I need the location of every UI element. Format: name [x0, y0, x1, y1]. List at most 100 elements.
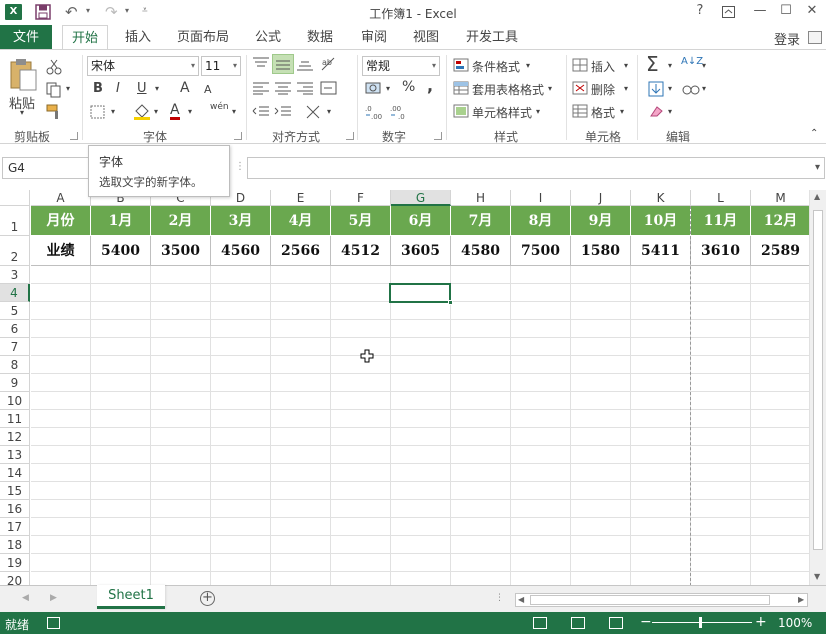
currency-dropdown-icon[interactable]: ▾ — [386, 84, 390, 93]
next-sheet-icon[interactable]: ▶ — [50, 593, 57, 603]
row-header-2[interactable]: 2 — [0, 236, 30, 266]
maximize-button[interactable]: ☐ — [776, 3, 796, 18]
tab-home[interactable]: 开始 — [62, 25, 108, 50]
row-header-16[interactable]: 16 — [0, 500, 30, 518]
tab-developer[interactable]: 开发工具 — [462, 25, 522, 50]
row-header-8[interactable]: 8 — [0, 356, 30, 374]
header-cell-j[interactable]: 9月 — [571, 206, 631, 236]
horizontal-scroll-thumb[interactable] — [530, 595, 770, 605]
row-header-20[interactable]: 20 — [0, 572, 30, 585]
format-painter-icon[interactable] — [46, 104, 62, 120]
align-center-icon[interactable] — [274, 81, 292, 95]
format-as-table-icon[interactable] — [453, 81, 469, 95]
header-cell-g[interactable]: 6月 — [391, 206, 451, 236]
value-cell-c[interactable]: 3500 — [151, 236, 211, 266]
number-format-combo[interactable]: 常规 ▾ — [362, 56, 440, 76]
tab-splitter-icon[interactable]: ⋮ — [495, 593, 504, 603]
row-header-17[interactable]: 17 — [0, 518, 30, 536]
tab-review[interactable]: 审阅 — [354, 25, 394, 50]
column-header-k[interactable]: K — [631, 190, 691, 206]
header-cell-a[interactable]: 月份 — [31, 206, 91, 236]
column-header-h[interactable]: H — [451, 190, 511, 206]
value-cell-g[interactable]: 3605 — [391, 236, 451, 266]
grow-font-button[interactable]: A — [180, 80, 190, 96]
insert-cells-button[interactable]: 插入 — [591, 58, 615, 75]
format-dropdown-icon[interactable]: ▾ — [620, 107, 624, 116]
paste-icon[interactable] — [8, 58, 38, 92]
align-middle-button[interactable] — [272, 54, 294, 74]
sheet-tab-sheet1[interactable]: Sheet1 — [97, 585, 165, 609]
scroll-left-icon[interactable]: ◀ — [518, 595, 524, 604]
value-cell-l[interactable]: 3610 — [691, 236, 751, 266]
conditional-format-icon[interactable] — [453, 58, 469, 72]
percent-button[interactable]: % — [402, 79, 415, 95]
worksheet-grid[interactable]: ABCDEFGHIJKLM 1 2 3 4 5 6 7 8 9 10 11 12 13 14 15 16 17 1… — [0, 190, 826, 585]
header-cell-b[interactable]: 1月 — [91, 206, 151, 236]
zoom-slider[interactable] — [652, 622, 752, 623]
find-select-icon[interactable] — [682, 81, 700, 97]
borders-dropdown-icon[interactable]: ▾ — [111, 107, 115, 116]
header-cell-c[interactable]: 2月 — [151, 206, 211, 236]
value-cell-e[interactable]: 2566 — [271, 236, 331, 266]
underline-button[interactable]: U — [137, 81, 147, 96]
value-cell-j[interactable]: 1580 — [571, 236, 631, 266]
cell-styles-icon[interactable] — [453, 104, 469, 118]
fill-dropdown-icon[interactable]: ▾ — [668, 84, 672, 93]
header-cell-m[interactable]: 12月 — [751, 206, 811, 236]
row-header-15[interactable]: 15 — [0, 482, 30, 500]
zoom-level[interactable]: 100% — [778, 616, 812, 630]
header-cell-e[interactable]: 4月 — [271, 206, 331, 236]
row-header-19[interactable]: 19 — [0, 554, 30, 572]
align-left-icon[interactable] — [252, 81, 270, 95]
underline-dropdown-icon[interactable]: ▾ — [155, 84, 159, 93]
horizontal-scrollbar[interactable]: ◀ ▶ — [515, 593, 808, 607]
format-cells-button[interactable]: 格式 — [591, 104, 615, 121]
format-as-table-button[interactable]: 套用表格格式 — [472, 81, 544, 98]
collapse-ribbon-icon[interactable]: ⌃ — [810, 128, 818, 139]
clear-dropdown-icon[interactable]: ▾ — [668, 107, 672, 116]
copy-icon[interactable] — [46, 82, 62, 98]
vertical-scroll-thumb[interactable] — [813, 210, 823, 550]
scroll-right-icon[interactable]: ▶ — [798, 595, 804, 604]
row-header-7[interactable]: 7 — [0, 338, 30, 356]
row-header-6[interactable]: 6 — [0, 320, 30, 338]
login-link[interactable]: 登录 — [774, 29, 800, 48]
header-cell-d[interactable]: 3月 — [211, 206, 271, 236]
tab-data[interactable]: 数据 — [300, 25, 340, 50]
cut-icon[interactable] — [46, 59, 62, 75]
wrap-text-icon[interactable] — [320, 81, 338, 95]
row-header-9[interactable]: 9 — [0, 374, 30, 392]
align-right-icon[interactable] — [296, 81, 314, 95]
column-header-m[interactable]: M — [751, 190, 811, 206]
tab-view[interactable]: 视图 — [406, 25, 446, 50]
insert-cells-icon[interactable] — [572, 58, 588, 72]
merge-dropdown-icon[interactable]: ▾ — [327, 107, 331, 116]
expand-formula-bar-icon[interactable]: ▾ — [815, 162, 820, 173]
header-cell-i[interactable]: 8月 — [511, 206, 571, 236]
paste-dropdown-icon[interactable]: ▾ — [20, 108, 24, 117]
ribbon-display-icon[interactable] — [722, 6, 735, 18]
header-cell-l[interactable]: 11月 — [691, 206, 751, 236]
vertical-scrollbar[interactable]: ▲ ▼ — [809, 190, 826, 585]
row-header-14[interactable]: 14 — [0, 464, 30, 482]
font-launcher-icon[interactable] — [234, 132, 242, 140]
cell-styles-dropdown-icon[interactable]: ▾ — [536, 107, 540, 116]
insert-dropdown-icon[interactable]: ▾ — [624, 61, 628, 70]
decrease-decimal-icon[interactable]: .00.0 — [390, 103, 412, 121]
scroll-down-icon[interactable]: ▼ — [814, 572, 820, 581]
add-sheet-button[interactable]: + — [200, 591, 215, 606]
zoom-in-button[interactable]: + — [755, 614, 767, 630]
clipboard-launcher-icon[interactable] — [70, 132, 78, 140]
fill-icon[interactable] — [648, 81, 664, 97]
minimize-button[interactable]: — — [750, 3, 770, 18]
column-header-g[interactable]: G — [391, 190, 451, 206]
zoom-slider-thumb[interactable] — [699, 617, 702, 628]
value-cell-a[interactable]: 业绩 — [31, 236, 91, 266]
tab-page-layout[interactable]: 页面布局 — [172, 25, 234, 50]
row-header-13[interactable]: 13 — [0, 446, 30, 464]
select-all-corner[interactable] — [0, 190, 30, 206]
account-icon[interactable] — [808, 31, 822, 44]
fill-color-dropdown-icon[interactable]: ▾ — [154, 107, 158, 116]
bold-button[interactable]: B — [93, 81, 103, 96]
row-header-1[interactable]: 1 — [0, 206, 30, 236]
